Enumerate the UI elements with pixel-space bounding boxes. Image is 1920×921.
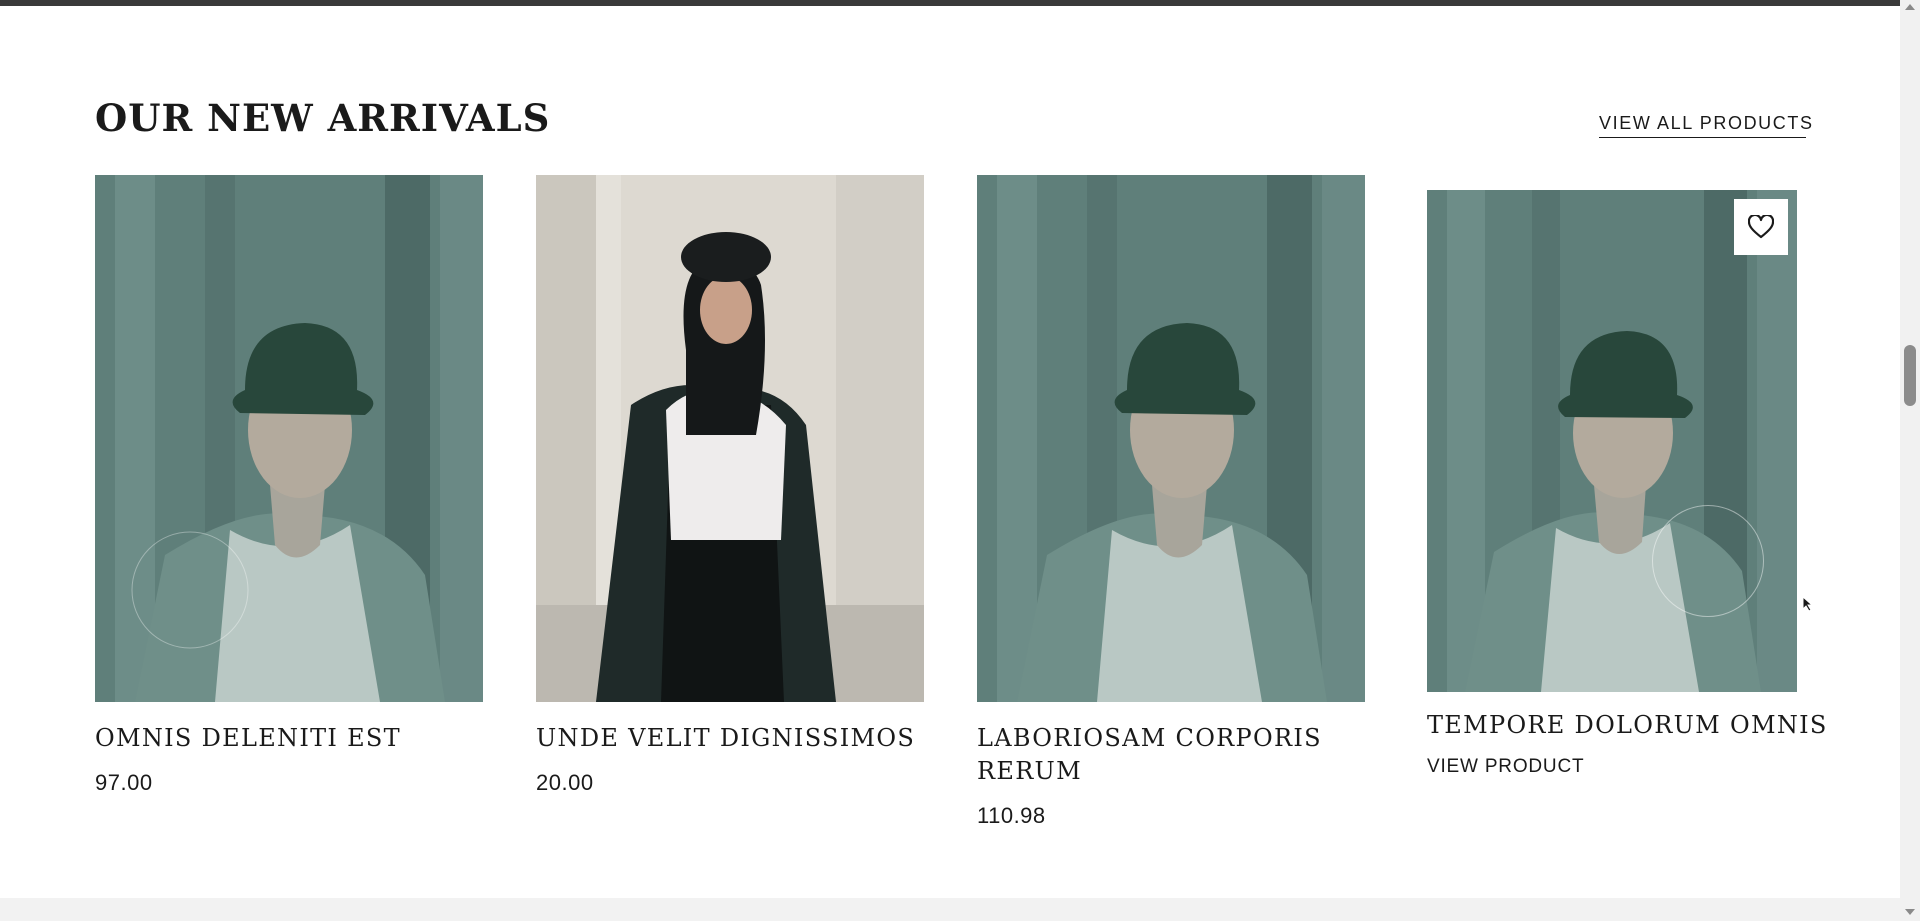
view-product-link[interactable]: VIEW PRODUCT (1427, 756, 1584, 778)
mouse-pointer-icon (1802, 595, 1814, 617)
scroll-down-icon[interactable] (1905, 909, 1915, 915)
product-photo-man-bucket-hat (977, 175, 1365, 702)
product-image[interactable] (95, 175, 483, 702)
product-photo-man-bucket-hat (1427, 190, 1797, 692)
product-image[interactable] (977, 175, 1365, 702)
product-price: 20.00 (536, 770, 594, 795)
vertical-scrollbar[interactable] (1900, 0, 1920, 921)
wishlist-button[interactable] (1734, 199, 1788, 255)
footer-strip (0, 898, 1900, 921)
section-title: OUR NEW ARRIVALS (95, 96, 551, 140)
product-price: 110.98 (977, 803, 1046, 828)
product-photo-man-bucket-hat (95, 175, 483, 702)
product-name[interactable]: UNDE VELIT DIGNISSIMOS (536, 722, 924, 755)
product-image[interactable] (536, 175, 924, 702)
heart-icon (1748, 215, 1774, 239)
scroll-up-icon[interactable] (1905, 4, 1915, 10)
view-all-products-link[interactable]: VIEW ALL PRODUCTS (1599, 113, 1812, 138)
product-name[interactable]: TEMPORE DOLORUM OMNIS (1427, 709, 1826, 742)
scrollbar-thumb[interactable] (1904, 345, 1916, 406)
product-price: 97.00 (95, 770, 153, 795)
hover-ring (1652, 505, 1764, 617)
product-name[interactable]: LABORIOSAM CORPORIS RERUM (977, 722, 1365, 788)
top-border (0, 0, 1900, 6)
product-image[interactable] (1427, 190, 1797, 692)
product-name[interactable]: OMNIS DELENITI EST (95, 722, 483, 755)
product-photo-woman-beret (536, 175, 924, 702)
